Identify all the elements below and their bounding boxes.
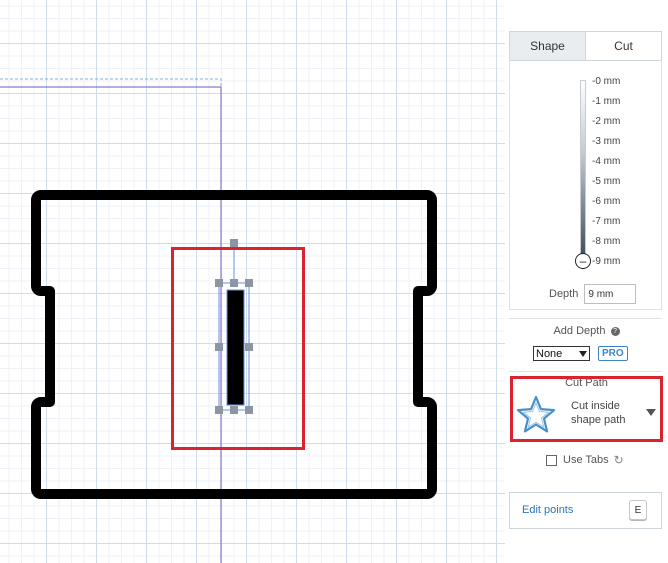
highlight-box-canvas [171, 247, 305, 450]
use-tabs-checkbox[interactable] [546, 454, 557, 466]
depth-tick-label: -5 mm [592, 176, 621, 187]
divider [509, 371, 662, 372]
add-depth-selected: None [536, 347, 563, 360]
help-icon[interactable]: ? [610, 327, 620, 336]
properties-panel: Shape Cut – -0 mm -1 mm -2 mm -3 mm -4 mm -5 … [505, 0, 668, 563]
panel-tabs: Shape Cut [509, 31, 662, 61]
tab-cut[interactable]: Cut [586, 32, 661, 60]
edit-points-button[interactable]: Edit points E [509, 492, 662, 529]
highlight-box-cut-path [510, 376, 663, 442]
depth-slider[interactable] [580, 80, 586, 260]
add-depth-title: Add Depth ? [505, 325, 668, 337]
chevron-down-icon [579, 350, 587, 357]
depth-tick-label: -2 mm [592, 116, 621, 127]
depth-tick-label: -0 mm [592, 76, 621, 87]
rotate-handle [230, 239, 238, 247]
depth-tick-label: -8 mm [592, 236, 621, 247]
depth-slider-handle[interactable]: – [575, 253, 591, 269]
add-depth-select[interactable]: None [533, 346, 590, 361]
depth-tick-label: -4 mm [592, 156, 621, 167]
refresh-icon[interactable]: ↻ [614, 453, 624, 467]
divider [509, 318, 662, 319]
depth-tick-label: -3 mm [592, 136, 621, 147]
keyboard-shortcut-badge: E [629, 500, 647, 520]
depth-tick-label: -9 mm [592, 256, 621, 267]
edit-points-label: Edit points [522, 504, 574, 516]
design-canvas[interactable] [0, 0, 505, 563]
depth-input[interactable] [584, 284, 637, 304]
depth-tick-label: -1 mm [592, 96, 621, 107]
depth-tick-label: -7 mm [592, 216, 621, 227]
depth-tick-label: -6 mm [592, 196, 621, 207]
add-depth-label: Add Depth [553, 325, 606, 337]
depth-label: Depth [549, 288, 579, 300]
depth-row: Depth [549, 284, 637, 304]
use-tabs-row: Use Tabs ↻ [546, 453, 624, 467]
tab-shape[interactable]: Shape [510, 32, 586, 60]
pro-badge[interactable]: PRO [598, 346, 628, 361]
add-depth-row: None PRO [533, 346, 628, 361]
use-tabs-label: Use Tabs [563, 454, 609, 466]
